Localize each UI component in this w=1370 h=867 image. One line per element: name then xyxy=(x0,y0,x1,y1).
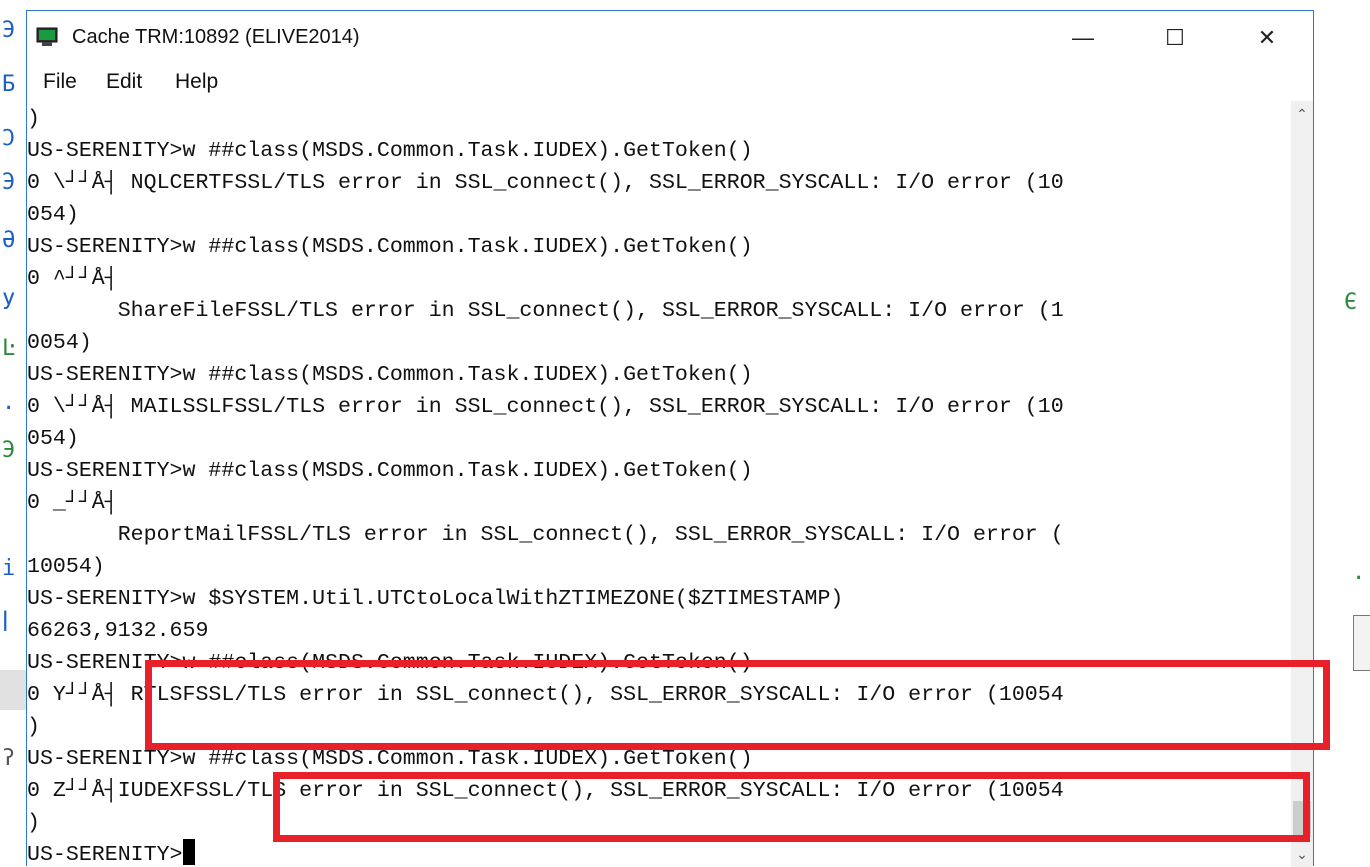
background-fragment: i xyxy=(2,556,16,581)
vertical-scrollbar[interactable]: ⌃ ⌄ xyxy=(1291,101,1313,867)
terminal-line: ) xyxy=(27,715,40,739)
terminal-line: 0 \┘┘Å┤ MAILSSLFSSL/TLS error in SSL_con… xyxy=(27,395,1064,419)
terminal-app-icon xyxy=(36,27,58,46)
terminal-line: 0 ^┘┘Å┤ xyxy=(27,267,118,291)
background-control xyxy=(1353,615,1370,671)
background-fragment: ꟾ xyxy=(2,612,9,637)
scroll-up-arrow-icon[interactable]: ⌃ xyxy=(1291,103,1313,125)
terminal-line: US-SERENITY>w ##class(MSDS.Common.Task.I… xyxy=(27,235,753,259)
background-fragment: Є xyxy=(1344,290,1358,315)
background-fragment: Э xyxy=(2,438,16,463)
background-fragment: Б xyxy=(2,72,16,97)
terminal-line: ReportMailFSSL/TLS error in SSL_connect(… xyxy=(27,523,1064,547)
background-fragment: Ŀ xyxy=(2,336,16,361)
background-fragment: . xyxy=(1352,560,1366,585)
terminal-line: 0 Z┘┘Å┤IUDEXFSSL/TLS error in SSL_connec… xyxy=(27,779,1064,803)
menu-file[interactable]: File xyxy=(43,70,77,94)
terminal-line: 054) xyxy=(27,427,79,451)
terminal-line: 0 _┘┘Å┤ xyxy=(27,491,118,515)
menu-bar: File Edit Help xyxy=(27,65,1313,101)
background-panel xyxy=(0,670,26,710)
scrollbar-thumb[interactable] xyxy=(1293,801,1311,837)
terminal-line: ) xyxy=(27,107,40,131)
terminal-output[interactable]: ) US-SERENITY>w ##class(MSDS.Common.Task… xyxy=(27,101,1307,867)
terminal-line: 0 Y┘┘Å┤ RTLSFSSL/TLS error in SSL_connec… xyxy=(27,683,1064,707)
background-app-right: Є . xyxy=(1314,0,1370,866)
terminal-line: 10054) xyxy=(27,555,105,579)
terminal-line: 054) xyxy=(27,203,79,227)
terminal-line: US-SERENITY>w ##class(MSDS.Common.Task.I… xyxy=(27,363,753,387)
terminal-line: 0054) xyxy=(27,331,92,355)
background-fragment: Э xyxy=(2,170,16,195)
background-fragment: Ә xyxy=(2,228,16,253)
background-app-left: Э Б Ͻ Э Ә У Ŀ . Э i ꟾ ʔ xyxy=(0,0,26,866)
background-fragment: У xyxy=(2,290,16,315)
terminal-window: Cache TRM:10892 (ELIVE2014) — ☐ ✕ File E… xyxy=(26,10,1314,867)
close-button[interactable]: ✕ xyxy=(1221,11,1313,65)
scroll-down-arrow-icon[interactable]: ⌄ xyxy=(1291,843,1313,865)
window-title: Cache TRM:10892 (ELIVE2014) xyxy=(72,26,360,48)
terminal-line: 66263,9132.659 xyxy=(27,619,209,643)
text-cursor xyxy=(182,839,195,865)
background-fragment: Э xyxy=(2,18,16,43)
background-fragment: ʔ xyxy=(2,746,16,771)
terminal-prompt: US-SERENITY> xyxy=(27,843,183,867)
menu-help[interactable]: Help xyxy=(175,70,218,94)
terminal-line: US-SERENITY>w ##class(MSDS.Common.Task.I… xyxy=(27,747,753,771)
background-fragment: Ͻ xyxy=(2,126,16,151)
terminal-prompt-line[interactable]: US-SERENITY> xyxy=(27,839,195,867)
minimize-button[interactable]: — xyxy=(1037,11,1129,65)
background-fragment: . xyxy=(2,390,16,415)
maximize-button[interactable]: ☐ xyxy=(1129,11,1221,65)
terminal-line: 0 \┘┘Å┤ NQLCERTFSSL/TLS error in SSL_con… xyxy=(27,171,1064,195)
terminal-line: US-SERENITY>w $SYSTEM.Util.UTCtoLocalWit… xyxy=(27,587,844,611)
terminal-line: ShareFileFSSL/TLS error in SSL_connect()… xyxy=(27,299,1064,323)
title-bar[interactable]: Cache TRM:10892 (ELIVE2014) — ☐ ✕ xyxy=(27,11,1313,65)
menu-edit[interactable]: Edit xyxy=(106,70,142,94)
terminal-line: US-SERENITY>w ##class(MSDS.Common.Task.I… xyxy=(27,651,753,675)
terminal-line: US-SERENITY>w ##class(MSDS.Common.Task.I… xyxy=(27,139,753,163)
terminal-line: ) xyxy=(27,811,40,835)
terminal-line: US-SERENITY>w ##class(MSDS.Common.Task.I… xyxy=(27,459,753,483)
